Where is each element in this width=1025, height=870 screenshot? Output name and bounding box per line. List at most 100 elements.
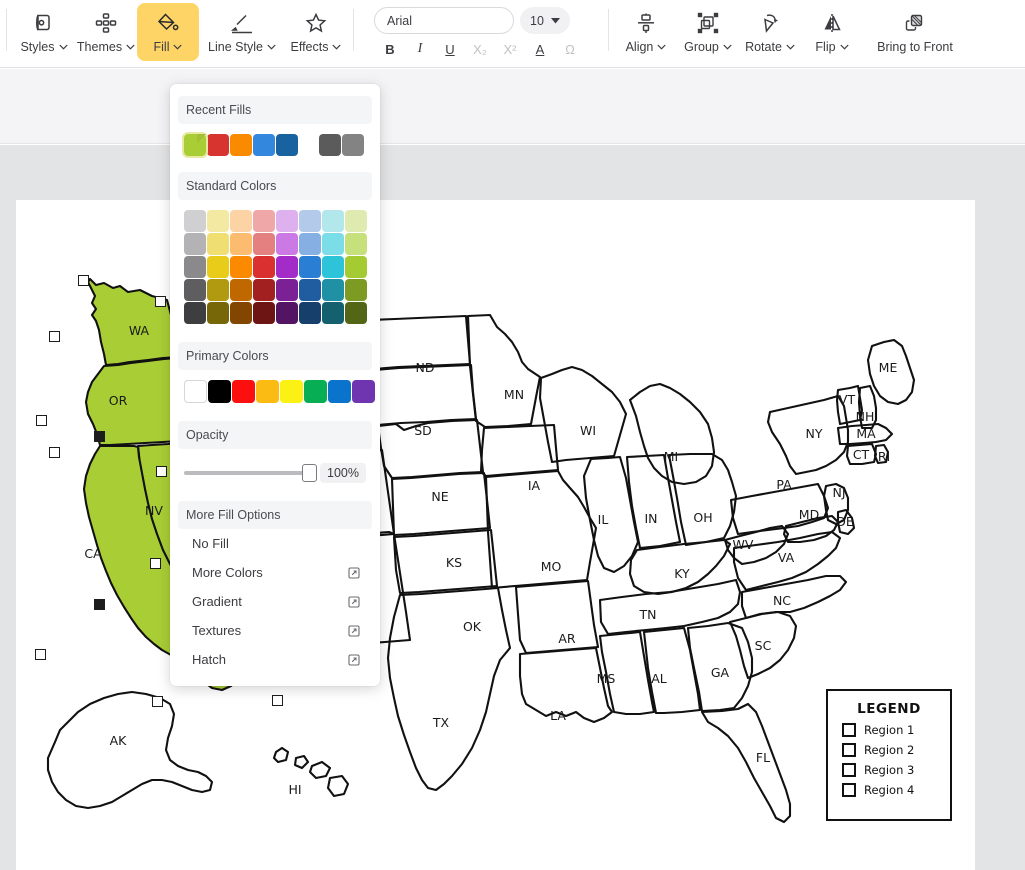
fill-dropdown-menu[interactable]: Recent Fills Standard Colors Primary Col… [170, 84, 380, 686]
menu-item-textures[interactable]: Textures [170, 616, 380, 645]
selection-handle-5[interactable] [49, 447, 60, 458]
standard-color-r1c4[interactable] [253, 210, 275, 232]
standard-color-r3c6[interactable] [299, 256, 321, 278]
legend-checkbox-3[interactable] [842, 763, 856, 777]
standard-color-r1c6[interactable] [299, 210, 321, 232]
standard-color-r1c2[interactable] [207, 210, 229, 232]
symbol-button[interactable]: Ω [556, 37, 584, 61]
legend-checkbox-4[interactable] [842, 783, 856, 797]
standard-color-r3c1[interactable] [184, 256, 206, 278]
standard-color-r5c7[interactable] [322, 302, 344, 324]
selection-handle-1[interactable] [78, 275, 89, 286]
standard-color-r3c8[interactable] [345, 256, 367, 278]
tool-button-group[interactable]: Group [677, 3, 739, 61]
tool-button-line-style[interactable]: Line Style [199, 3, 285, 61]
standard-color-r3c2[interactable] [207, 256, 229, 278]
legend-checkbox-1[interactable] [842, 723, 856, 737]
recent-fill-dark-gray[interactable] [319, 134, 341, 156]
standard-color-r2c8[interactable] [345, 233, 367, 255]
standard-color-r3c7[interactable] [322, 256, 344, 278]
font-family-input[interactable] [374, 7, 514, 34]
recent-fill-light-blue[interactable] [253, 134, 275, 156]
font-color-button[interactable]: A [526, 37, 554, 61]
standard-color-r4c2[interactable] [207, 279, 229, 301]
standard-color-r1c5[interactable] [276, 210, 298, 232]
standard-color-r2c1[interactable] [184, 233, 206, 255]
primary-amber[interactable] [256, 380, 279, 403]
selection-handle-10[interactable] [35, 649, 46, 660]
selection-handle-8[interactable] [150, 558, 161, 569]
legend-checkbox-2[interactable] [842, 743, 856, 757]
tool-button-flip[interactable]: Flip [801, 3, 863, 61]
primary-yellow[interactable] [280, 380, 303, 403]
recent-fill-green[interactable] [184, 134, 206, 156]
map-legend[interactable]: LEGEND Region 1 Region 2 Region 3 Region… [826, 689, 952, 821]
tool-button-bring-to-front[interactable]: Bring to Front [863, 3, 967, 61]
standard-color-r1c3[interactable] [230, 210, 252, 232]
legend-item[interactable]: Region 2 [842, 743, 950, 757]
standard-color-r3c5[interactable] [276, 256, 298, 278]
menu-item-more-colors[interactable]: More Colors [170, 558, 380, 587]
standard-color-r2c3[interactable] [230, 233, 252, 255]
primary-green[interactable] [304, 380, 327, 403]
standard-color-r2c5[interactable] [276, 233, 298, 255]
menu-item-no-fill[interactable]: No Fill [170, 529, 380, 558]
standard-color-r2c7[interactable] [322, 233, 344, 255]
opacity-slider[interactable] [184, 471, 310, 475]
standard-color-r4c4[interactable] [253, 279, 275, 301]
selection-handle-3[interactable] [49, 331, 60, 342]
primary-purple[interactable] [352, 380, 375, 403]
standard-color-r5c2[interactable] [207, 302, 229, 324]
selection-handle-6[interactable] [94, 431, 105, 442]
menu-item-hatch[interactable]: Hatch [170, 645, 380, 674]
opacity-slider-thumb[interactable] [302, 464, 317, 482]
standard-color-r5c1[interactable] [184, 302, 206, 324]
recent-fill-red[interactable] [207, 134, 229, 156]
tool-button-styles[interactable]: Styles [13, 3, 75, 61]
selection-handle-12[interactable] [272, 695, 283, 706]
selection-handle-7[interactable] [156, 466, 167, 477]
standard-color-r2c4[interactable] [253, 233, 275, 255]
recent-fill-orange[interactable] [230, 134, 252, 156]
tool-button-effects[interactable]: Effects [285, 3, 347, 61]
legend-item[interactable]: Region 3 [842, 763, 950, 777]
underline-button[interactable]: U [436, 37, 464, 61]
standard-color-r4c7[interactable] [322, 279, 344, 301]
legend-item[interactable]: Region 1 [842, 723, 950, 737]
selection-handle-9[interactable] [94, 599, 105, 610]
standard-color-r4c8[interactable] [345, 279, 367, 301]
tool-button-themes[interactable]: Themes [75, 3, 137, 61]
standard-color-r4c3[interactable] [230, 279, 252, 301]
primary-red[interactable] [232, 380, 255, 403]
standard-color-r1c8[interactable] [345, 210, 367, 232]
standard-color-r4c1[interactable] [184, 279, 206, 301]
primary-black[interactable] [208, 380, 231, 403]
standard-color-r4c6[interactable] [299, 279, 321, 301]
tool-button-align[interactable]: Align [615, 3, 677, 61]
italic-button[interactable]: I [406, 37, 434, 61]
standard-color-r4c5[interactable] [276, 279, 298, 301]
selection-handle-4[interactable] [36, 415, 47, 426]
tool-button-rotate[interactable]: Rotate [739, 3, 801, 61]
font-size-select[interactable]: 10 [520, 7, 570, 34]
standard-color-r2c6[interactable] [299, 233, 321, 255]
standard-color-r5c4[interactable] [253, 302, 275, 324]
recent-fill-dark-blue[interactable] [276, 134, 298, 156]
primary-white[interactable] [184, 380, 207, 403]
bold-button[interactable]: B [376, 37, 404, 61]
standard-color-r1c1[interactable] [184, 210, 206, 232]
tool-button-fill[interactable]: Fill [137, 3, 199, 61]
standard-color-r5c6[interactable] [299, 302, 321, 324]
selection-handle-11[interactable] [152, 696, 163, 707]
superscript-button[interactable]: X² [496, 37, 524, 61]
standard-color-r5c3[interactable] [230, 302, 252, 324]
standard-color-r3c3[interactable] [230, 256, 252, 278]
standard-color-r5c5[interactable] [276, 302, 298, 324]
standard-color-r1c7[interactable] [322, 210, 344, 232]
recent-fill-gray[interactable] [342, 134, 364, 156]
standard-color-r2c2[interactable] [207, 233, 229, 255]
primary-blue[interactable] [328, 380, 351, 403]
standard-color-r5c8[interactable] [345, 302, 367, 324]
standard-color-r3c4[interactable] [253, 256, 275, 278]
menu-item-gradient[interactable]: Gradient [170, 587, 380, 616]
